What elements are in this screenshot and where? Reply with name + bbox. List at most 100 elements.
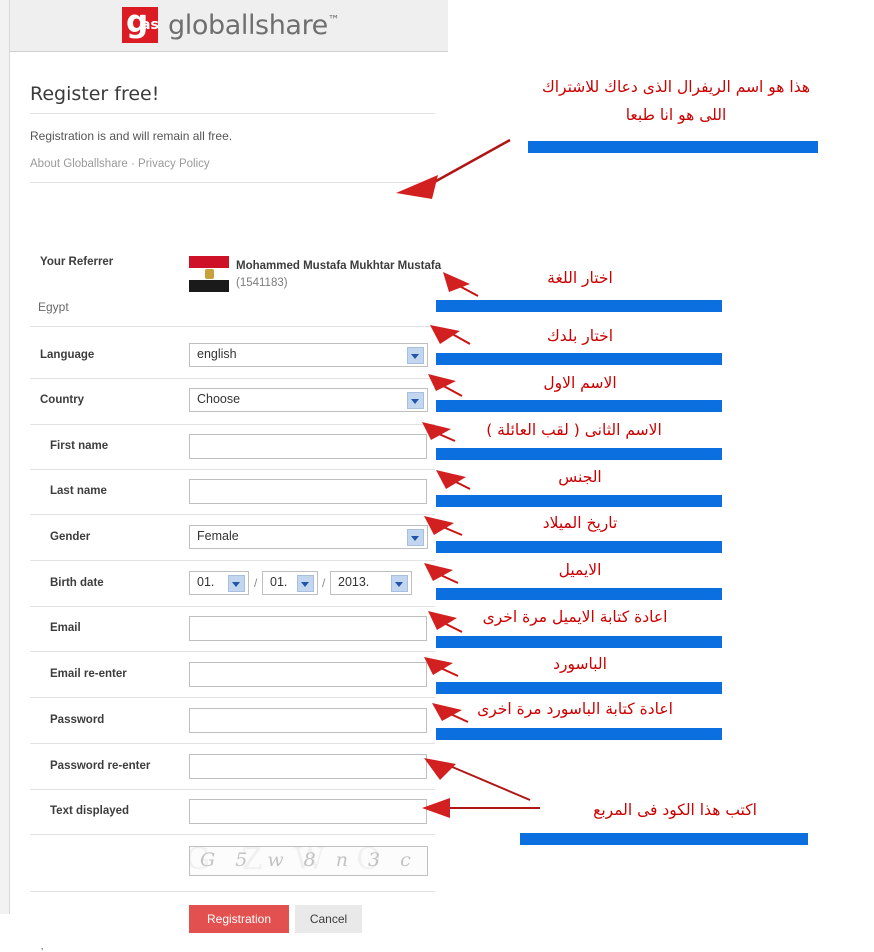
highlight-bar-gender bbox=[436, 495, 722, 507]
annotation-referrer-line1: هذا هو اسم الريفرال الذى دعاك للاشتراك bbox=[541, 78, 811, 96]
annotation-email: الايميل bbox=[558, 561, 602, 579]
select-birth-year-value: 2013. bbox=[338, 575, 370, 589]
select-birth-month-value: 01. bbox=[270, 575, 288, 589]
highlight-bar-birth-date bbox=[436, 541, 722, 553]
row-divider-password bbox=[30, 697, 435, 698]
date-separator-2: / bbox=[322, 576, 326, 590]
annotation-language: اختار اللغة bbox=[547, 269, 613, 287]
annotation-email-reenter: اعادة كتابة الايميل مرة اخرى bbox=[482, 608, 668, 626]
row-divider-captcha bbox=[30, 834, 435, 835]
annotation-gender: الجنس bbox=[558, 468, 602, 486]
logo-wordmark-text: globallshare bbox=[168, 9, 328, 41]
first-name-input[interactable] bbox=[189, 434, 427, 459]
row-divider-email-reenter bbox=[30, 651, 435, 652]
date-separator-1: / bbox=[254, 576, 258, 590]
select-gender-value: Female bbox=[197, 529, 239, 543]
highlight-bar-captcha bbox=[520, 833, 808, 845]
title-divider bbox=[30, 113, 435, 114]
highlight-bar-last-name bbox=[436, 448, 722, 460]
row-divider-language bbox=[30, 326, 435, 327]
stray-mark: ‚ bbox=[41, 941, 44, 952]
chevron-down-icon[interactable] bbox=[407, 529, 424, 546]
chevron-down-icon[interactable] bbox=[407, 392, 424, 409]
referrer-country: Egypt bbox=[38, 300, 69, 314]
cancel-button[interactable]: Cancel bbox=[295, 905, 362, 933]
registration-button[interactable]: Registration bbox=[189, 905, 289, 933]
links-divider bbox=[30, 182, 435, 183]
annotation-captcha: اكتب هذا الكود فى المربع bbox=[593, 801, 757, 819]
highlight-bar-password bbox=[436, 682, 722, 694]
row-divider-lastname bbox=[30, 469, 435, 470]
email-input[interactable] bbox=[189, 616, 427, 641]
annotation-password: الباسورد bbox=[553, 655, 607, 673]
annotation-last-name: الاسم الثانى ( لقب العائلة ) bbox=[486, 421, 662, 439]
highlight-bar-referrer bbox=[528, 141, 818, 153]
highlight-bar-password-reenter bbox=[436, 728, 722, 740]
select-language-value: english bbox=[197, 347, 237, 361]
site-header: g as globallshare™ bbox=[10, 0, 448, 52]
captcha-image: G Z W O A E G 5 w 8 n 3 c bbox=[189, 846, 428, 876]
row-divider-buttons bbox=[30, 891, 435, 892]
about-globallshare-link[interactable]: About Globallshare bbox=[30, 158, 128, 170]
gas-logo-icon: g as bbox=[122, 4, 159, 43]
select-birth-day[interactable]: 01. bbox=[189, 571, 249, 595]
password-input[interactable] bbox=[189, 708, 427, 733]
select-gender[interactable]: Female bbox=[189, 525, 428, 549]
chevron-down-icon[interactable] bbox=[228, 575, 245, 592]
highlight-bar-language bbox=[436, 300, 722, 312]
annotation-birth-date: تاريخ الميلاد bbox=[542, 514, 618, 532]
referrer-label: Your Referrer bbox=[40, 256, 114, 268]
row-divider-gender bbox=[30, 514, 435, 515]
label-email-reenter: Email re-enter bbox=[50, 668, 127, 680]
row-divider-password-reenter bbox=[30, 743, 435, 744]
label-country: Country bbox=[40, 394, 85, 406]
chevron-down-icon[interactable] bbox=[297, 575, 314, 592]
row-divider-country bbox=[30, 378, 435, 379]
left-gutter bbox=[0, 0, 10, 914]
password-reenter-input[interactable] bbox=[189, 754, 427, 779]
registration-page: g as globallshare™ Register free! Regist… bbox=[0, 0, 874, 952]
label-gender: Gender bbox=[50, 531, 91, 543]
label-password: Password bbox=[50, 714, 105, 726]
row-divider-email bbox=[30, 606, 435, 607]
highlight-bar-country bbox=[436, 353, 722, 365]
select-language[interactable]: english bbox=[189, 343, 428, 367]
label-password-reenter: Password re-enter bbox=[50, 760, 151, 772]
select-birth-year[interactable]: 2013. bbox=[330, 571, 412, 595]
highlight-bar-email-reenter bbox=[436, 636, 722, 648]
last-name-input[interactable] bbox=[189, 479, 427, 504]
highlight-bar-email bbox=[436, 588, 722, 600]
captcha-text: G 5 w 8 n 3 c bbox=[200, 849, 418, 871]
label-first-name: First name bbox=[50, 440, 109, 452]
annotation-password-reenter: اعادة كتابة الباسورد مرة اخرى bbox=[477, 700, 673, 718]
chevron-down-icon[interactable] bbox=[391, 575, 408, 592]
annotation-first-name: الاسم الاول bbox=[543, 374, 617, 392]
footer-links: About Globallshare · Privacy Policy bbox=[30, 158, 210, 170]
logo-wordmark: globallshare™ bbox=[168, 10, 340, 41]
privacy-policy-link[interactable]: Privacy Policy bbox=[138, 158, 210, 170]
annotation-country: اختار بلدك bbox=[546, 327, 614, 345]
trademark-symbol: ™ bbox=[327, 12, 340, 27]
select-birth-day-value: 01. bbox=[197, 575, 215, 589]
highlight-bar-first-name bbox=[436, 400, 722, 412]
page-title: Register free! bbox=[30, 83, 160, 105]
row-divider-firstname bbox=[30, 424, 435, 425]
label-email: Email bbox=[50, 622, 81, 634]
referrer-name: Mohammed Mustafa Mukhtar Mustafa (154118… bbox=[236, 258, 456, 292]
logo-letters-as: as bbox=[141, 17, 159, 33]
chevron-down-icon[interactable] bbox=[407, 347, 424, 364]
email-reenter-input[interactable] bbox=[189, 662, 427, 687]
row-divider-birthdate bbox=[30, 560, 435, 561]
annotation-referrer-line2: اللى هو انا طبعا bbox=[625, 106, 727, 124]
referrer-id: (1541183) bbox=[236, 277, 288, 289]
captcha-input[interactable] bbox=[189, 799, 427, 824]
label-last-name: Last name bbox=[50, 485, 107, 497]
label-text-displayed: Text displayed bbox=[50, 805, 130, 817]
label-birth-date: Birth date bbox=[50, 577, 104, 589]
select-country[interactable]: Choose bbox=[189, 388, 428, 412]
registration-subtitle: Registration is and will remain all free… bbox=[30, 129, 233, 143]
site-logo[interactable]: g as globallshare™ bbox=[122, 4, 340, 43]
referrer-full-name: Mohammed Mustafa Mukhtar Mustafa bbox=[236, 260, 442, 272]
egypt-flag-icon bbox=[189, 256, 229, 292]
select-birth-month[interactable]: 01. bbox=[262, 571, 318, 595]
